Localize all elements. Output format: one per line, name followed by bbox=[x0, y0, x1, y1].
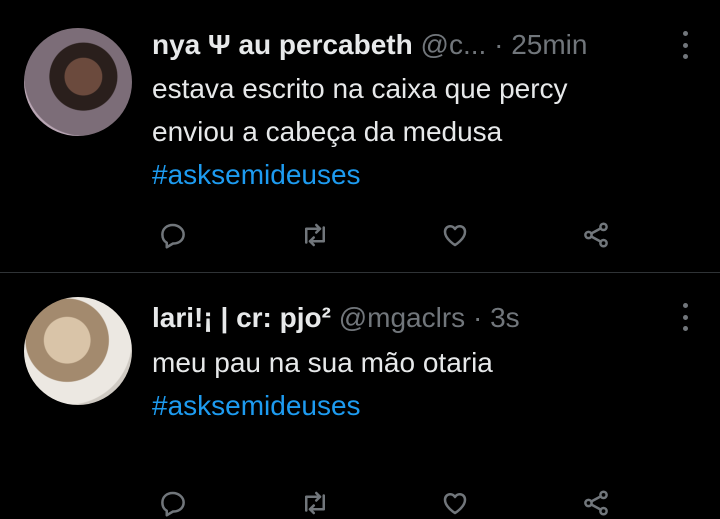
separator: · bbox=[494, 29, 504, 60]
tweet[interactable]: nya Ψ au percabeth @c... · 25min estava … bbox=[0, 0, 720, 273]
tweet-header: nya Ψ au percabeth @c... · 25min bbox=[152, 28, 587, 62]
more-icon[interactable] bbox=[680, 31, 690, 59]
like-icon[interactable] bbox=[439, 219, 471, 251]
display-name[interactable]: nya Ψ au percabeth bbox=[152, 29, 413, 60]
tweet-text: estava escrito na caixa que percy enviou… bbox=[152, 67, 568, 196]
timestamp[interactable]: 25min bbox=[511, 29, 587, 60]
display-name[interactable]: lari!¡ | cr: pjo² bbox=[152, 302, 331, 333]
retweet-icon[interactable] bbox=[299, 219, 331, 251]
timestamp[interactable]: 3s bbox=[490, 302, 520, 333]
retweet-icon[interactable] bbox=[299, 487, 331, 519]
separator: · bbox=[472, 302, 483, 333]
tweet[interactable]: lari!¡ | cr: pjo² @mgaclrs · 3s meu pau … bbox=[0, 273, 720, 517]
tweet-header: lari!¡ | cr: pjo² @mgaclrs · 3s bbox=[152, 301, 520, 335]
avatar[interactable] bbox=[24, 297, 132, 405]
hashtag-link[interactable]: #asksemideuses bbox=[152, 384, 493, 427]
user-handle[interactable]: @c... bbox=[421, 29, 487, 60]
reply-icon[interactable] bbox=[157, 487, 189, 519]
reply-icon[interactable] bbox=[157, 219, 189, 251]
tweet-text-line: meu pau na sua mão otaria bbox=[152, 347, 493, 378]
avatar[interactable] bbox=[24, 28, 132, 136]
share-icon[interactable] bbox=[580, 219, 612, 251]
tweet-text-line: estava escrito na caixa que percy bbox=[152, 73, 568, 104]
tweet-text: meu pau na sua mão otaria #asksemideuses bbox=[152, 341, 493, 427]
share-icon[interactable] bbox=[580, 487, 612, 519]
hashtag-link[interactable]: #asksemideuses bbox=[152, 153, 568, 196]
tweet-actions bbox=[0, 219, 720, 249]
tweet-actions bbox=[0, 487, 720, 517]
tweet-text-line: enviou a cabeça da medusa bbox=[152, 116, 503, 147]
more-icon[interactable] bbox=[680, 303, 690, 331]
user-handle[interactable]: @mgaclrs bbox=[339, 302, 465, 333]
like-icon[interactable] bbox=[439, 487, 471, 519]
